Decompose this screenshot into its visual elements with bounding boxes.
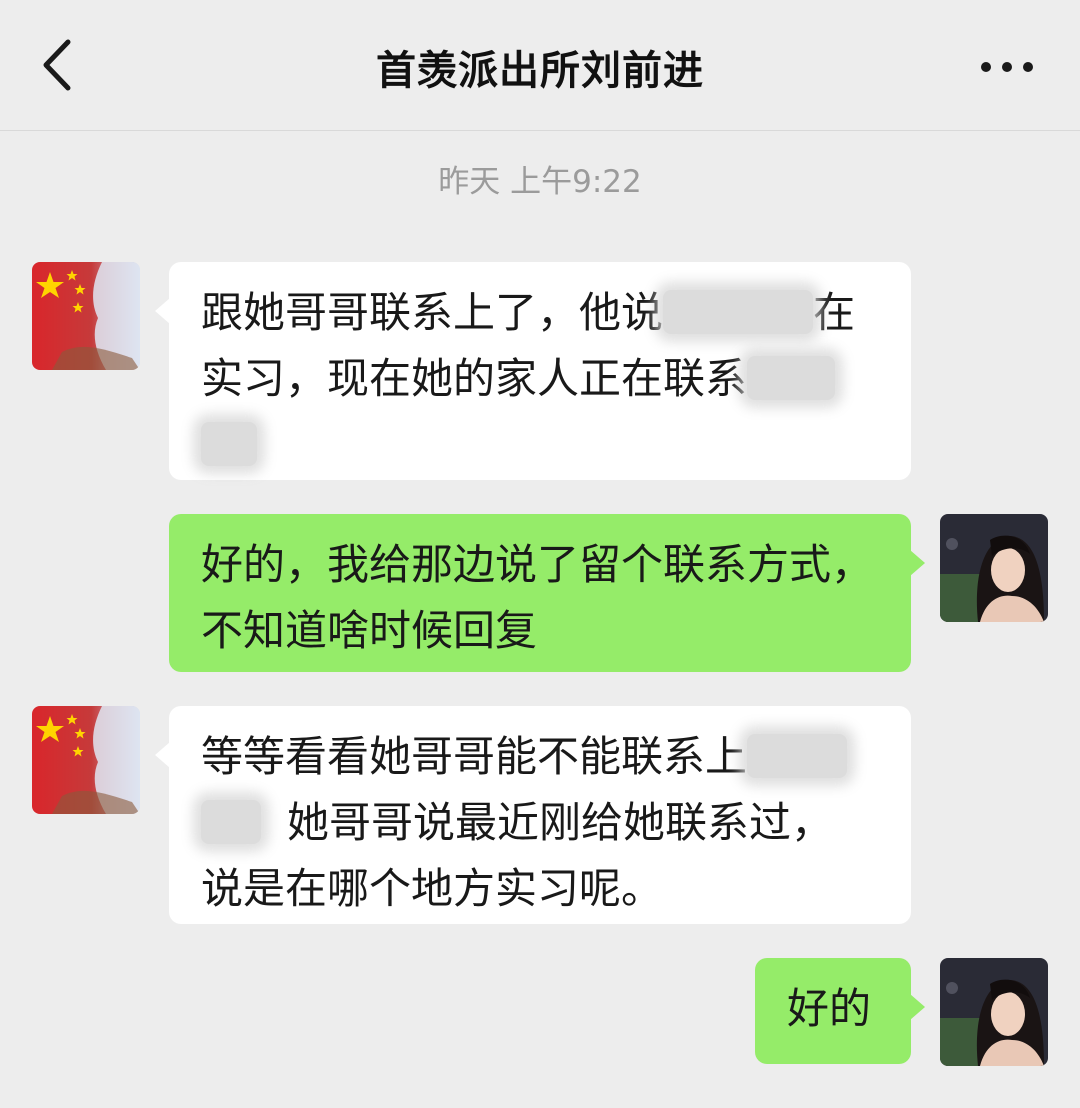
chat-title: 首羡派出所刘前进 [376, 48, 704, 94]
message-line: 好的，我给那边说了留个联系方式， [201, 540, 874, 589]
redacted-text [663, 289, 814, 334]
message-text: 等等看看她哥哥能不能联系上 [201, 732, 748, 781]
message-text: 跟她哥哥联系上了，他说 [201, 288, 664, 337]
flag-avatar-icon [32, 706, 140, 814]
sent-message-bubble[interactable]: 好的，我给那边说了留个联系方式， 不知道啥时候回复 [169, 514, 925, 672]
message-line: 说是在哪个地方实习呢。 [201, 864, 664, 913]
redacted-text [747, 733, 848, 778]
message-timestamp: 昨天 上午9:22 [438, 164, 642, 200]
contact-avatar[interactable] [32, 262, 140, 370]
my-avatar[interactable] [940, 514, 1048, 622]
more-button[interactable] [972, 42, 1042, 92]
message-line: 跟她哥哥联系上了，他说 在 [201, 280, 879, 346]
message-line: 实习，现在她的家人正在联系 [201, 346, 879, 412]
message-line [201, 412, 879, 478]
portrait-avatar-icon [940, 958, 1048, 1066]
more-dots-icon [981, 62, 1033, 72]
message-line: 等等看看她哥哥能不能联系上 [201, 724, 879, 790]
redacted-text [201, 421, 257, 466]
message-text: 她哥哥说最近刚给她联系过， [287, 798, 834, 847]
my-avatar[interactable] [940, 958, 1048, 1066]
message-line: 不知道啥时候回复 [201, 606, 538, 655]
received-message-bubble[interactable]: 跟她哥哥联系上了，他说 在 实习，现在她的家人正在联系 [155, 262, 911, 480]
message-line: 她哥哥说最近刚给她联系过， [201, 790, 879, 856]
portrait-avatar-icon [940, 514, 1048, 622]
redacted-text [201, 799, 261, 844]
sent-message-bubble[interactable]: 好的 [755, 958, 925, 1064]
message-text: 在 [813, 288, 856, 337]
contact-avatar[interactable] [32, 706, 140, 814]
nav-bar: 首羡派出所刘前进 [0, 0, 1080, 131]
received-message-bubble[interactable]: 等等看看她哥哥能不能联系上 她哥哥说最近刚给她联系过， 说是在哪个地方实习呢。 [155, 706, 911, 924]
redacted-text [747, 355, 836, 400]
message-text: 实习，现在她的家人正在联系 [201, 354, 748, 403]
flag-avatar-icon [32, 262, 140, 370]
message-line: 好的 [787, 984, 872, 1033]
